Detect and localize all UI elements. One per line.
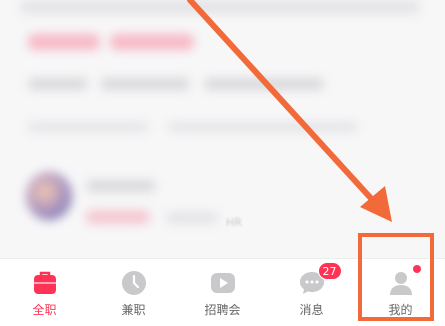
blurred-content: HR xyxy=(0,0,445,258)
blurred-row xyxy=(168,122,358,132)
blurred-row xyxy=(28,78,88,90)
tab-parttime[interactable]: 兼职 xyxy=(89,259,178,326)
tab-job-fair[interactable]: 招聘会 xyxy=(178,259,267,326)
blurred-tag xyxy=(86,210,150,224)
blurred-avatar xyxy=(26,172,72,220)
blurred-row xyxy=(86,180,156,192)
tab-label: 兼职 xyxy=(121,303,146,317)
blurred-row xyxy=(20,0,420,14)
blurred-tag xyxy=(110,34,194,50)
clock-icon xyxy=(120,269,148,297)
tab-label: 招聘会 xyxy=(204,303,241,317)
highlight-box xyxy=(358,233,434,321)
tab-messages[interactable]: 27 消息 xyxy=(267,259,356,326)
blurred-row xyxy=(100,78,190,90)
tab-label: 消息 xyxy=(299,303,324,317)
blurred-text: HR xyxy=(226,216,242,229)
play-icon xyxy=(209,269,237,297)
blurred-layer xyxy=(0,0,445,258)
blurred-row xyxy=(166,212,218,224)
unread-badge: 27 xyxy=(317,262,342,280)
blurred-tag xyxy=(28,34,100,50)
blurred-row xyxy=(28,122,148,132)
blurred-row xyxy=(204,78,324,90)
briefcase-icon xyxy=(31,269,59,297)
tab-label: 全职 xyxy=(32,303,57,317)
tab-fulltime[interactable]: 全职 xyxy=(0,259,89,326)
